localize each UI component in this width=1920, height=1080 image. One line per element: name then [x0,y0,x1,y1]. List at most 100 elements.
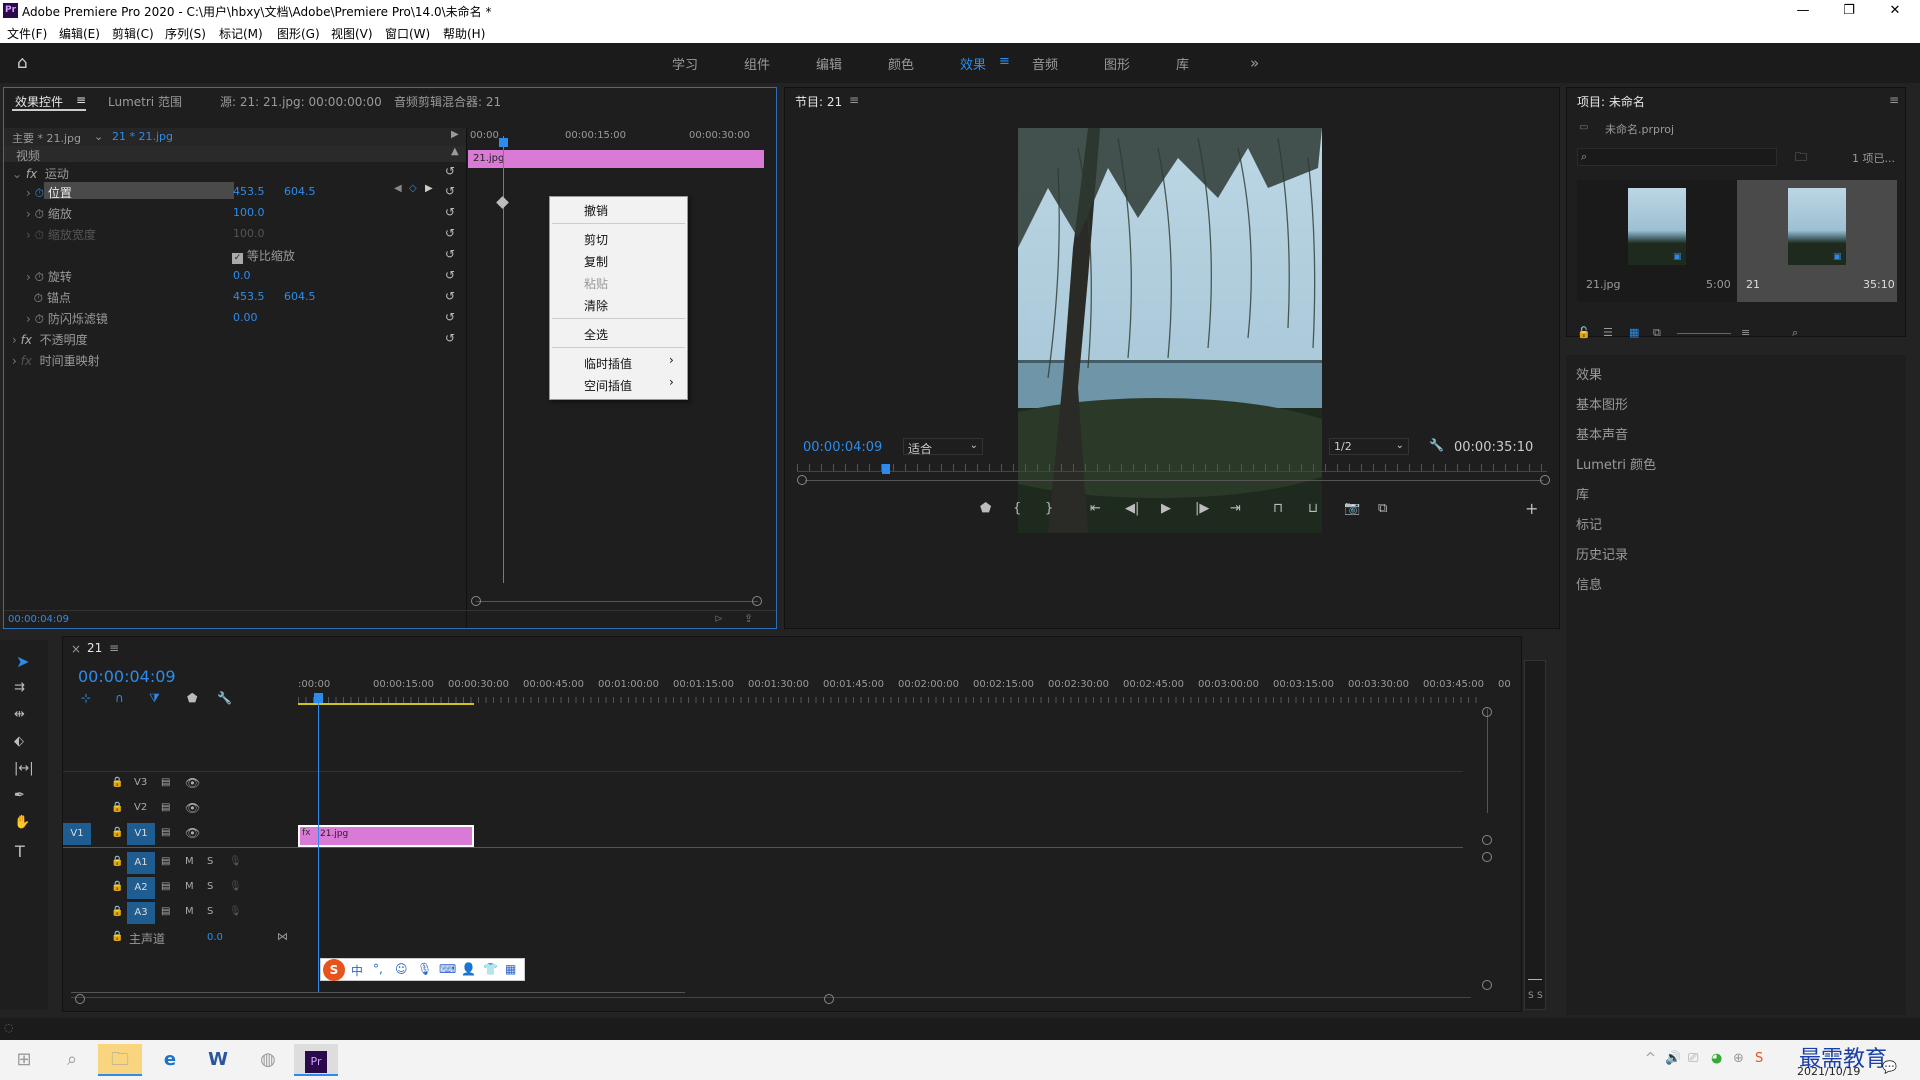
ime-toolbox-icon[interactable]: ▦ [505,962,516,976]
audio-waveform-toggle-icon[interactable]: ⋈ [277,930,288,943]
track-label[interactable]: V1 [127,823,155,845]
lock-icon[interactable]: 🔒 [111,802,123,813]
position-x-value[interactable]: 453.5 [233,185,265,198]
panel-effects[interactable]: 效果 [1576,364,1602,383]
reset-icon[interactable]: ↺ [445,247,455,261]
project-item-selected[interactable]: ▣ 21 35:10 [1737,180,1897,302]
sync-icon[interactable]: ▤ [161,856,170,867]
eye-icon[interactable]: 👁 [185,776,200,790]
export-icon[interactable]: ⇪ [744,612,753,625]
time-remap-row[interactable]: › fx 时间重映射 [12,352,100,369]
premiere-taskbar-icon[interactable]: Pr [294,1044,338,1076]
lock-icon[interactable]: 🔓 [1577,326,1591,339]
minimize-button[interactable]: — [1780,0,1826,22]
anchor-row[interactable]: ⏱ 锚点 [26,289,71,306]
rotation-value[interactable]: 0.0 [233,269,251,282]
settings-wrench-icon[interactable]: 🔧 [217,691,232,705]
lock-icon[interactable]: 🔒 [111,827,123,838]
ime-toolbar[interactable]: S 中 °, ☺ 🎙 ⌨ 👤 👕 ▦ [320,958,525,981]
workspace-graphics[interactable]: 图形 [1104,54,1130,73]
video-frame[interactable] [1018,128,1322,533]
ec-clip-bar[interactable]: 21.jpg [468,150,764,168]
ripple-edit-icon[interactable]: ⇹ [14,707,25,722]
ec-timecode[interactable]: 00:00:04:09 [8,614,69,625]
find-icon[interactable]: ⌕ [1792,326,1798,340]
icon-view-icon[interactable]: ▦ [1629,326,1639,339]
panel-menu-icon[interactable]: ≡ [849,93,859,107]
tab-effect-controls[interactable]: 效果控件 [15,93,63,110]
workspace-libraries[interactable]: 库 [1176,54,1189,73]
mic-icon[interactable]: 🎙 [229,881,242,892]
timeline-ruler[interactable]: :00:00 00:00:15:00 00:00:30:00 00:00:45:00 0… [298,675,1511,697]
collapse-arrow-icon[interactable]: ▲ [451,146,459,157]
ime-emoji-icon[interactable]: ☺ [395,962,408,976]
source-patch[interactable]: V1 [63,823,91,845]
tab-audio-mixer[interactable]: 音频剪辑混合器: 21 [394,93,501,110]
step-back-icon[interactable]: ◀| [1125,501,1139,516]
panel-info[interactable]: 信息 [1576,574,1602,593]
h-scroll-thumb[interactable] [71,992,685,1002]
v-scrollbar[interactable] [1487,709,1488,813]
lock-icon[interactable]: 🔒 [111,856,123,867]
nest-icon[interactable]: ⊹ [81,691,91,705]
go-to-out-icon[interactable]: ⇥ [1230,501,1241,516]
scroll-handle[interactable] [797,475,807,485]
linked-selection-icon[interactable]: ⧩ [149,691,160,706]
mark-out-icon[interactable]: } [1045,501,1053,516]
export-frame-icon[interactable]: 📷 [1344,501,1360,516]
sync-icon[interactable]: ▤ [161,802,170,813]
solo-left-button[interactable]: S [1528,991,1534,1001]
reset-icon[interactable]: ↺ [445,289,455,303]
panel-libraries[interactable]: 库 [1576,484,1589,503]
scale-row[interactable]: › ⏱ 缩放 [26,205,72,222]
solo-right-button[interactable]: S [1537,991,1543,1001]
menu-clear[interactable]: 清除 [584,297,608,314]
sync-icon[interactable]: ▤ [161,906,170,917]
workspace-assembly[interactable]: 组件 [744,54,770,73]
add-button-icon[interactable]: + [1525,499,1538,518]
panel-menu-icon[interactable]: ≡ [76,93,86,107]
menu-undo[interactable]: 撤销 [584,202,608,219]
windows-start-icon[interactable]: ⊞ [2,1044,46,1076]
go-to-in-icon[interactable]: ⇤ [1090,501,1101,516]
pen-tool-icon[interactable]: ✒ [14,788,25,803]
scroll-handle[interactable] [1482,980,1492,990]
solo-button[interactable]: S [207,856,213,867]
work-area-bar[interactable] [298,703,474,705]
reset-icon[interactable]: ↺ [445,205,455,219]
eye-icon[interactable]: 👁 [185,801,200,815]
selection-tool-icon[interactable]: ➤ [16,652,29,671]
panel-history[interactable]: 历史记录 [1576,544,1628,563]
new-bin-icon[interactable]: 🗀 [1795,148,1807,169]
freeform-view-icon[interactable]: ⧉ [1653,326,1661,340]
search-icon[interactable]: ⌕ [50,1044,94,1076]
menu-clip[interactable]: 剪辑(C) [112,25,154,42]
sync-icon[interactable]: ▤ [161,777,170,788]
program-title[interactable]: 节目: 21 [795,93,842,110]
wrench-icon[interactable]: 🔧 [1429,438,1444,452]
workspace-color[interactable]: 颜色 [888,54,914,73]
program-playhead[interactable] [882,464,890,474]
mic-icon[interactable]: 🎙 [229,906,242,917]
sync-icon[interactable]: ▤ [161,827,170,838]
master-volume-value[interactable]: 0.0 [207,932,223,943]
slip-tool-icon[interactable]: |↔| [14,761,34,776]
timeline-playhead[interactable] [318,693,319,993]
timeline-clip[interactable]: fx 21.jpg [298,825,474,847]
scroll-handle[interactable] [75,994,85,1004]
timeline-timecode[interactable]: 00:00:04:09 [78,667,176,686]
uniform-scale-row[interactable]: ✓ 等比缩放 [232,247,295,264]
reset-icon[interactable]: ↺ [445,226,455,240]
ime-punct-icon[interactable]: °, [373,962,383,976]
menu-select-all[interactable]: 全选 [584,326,608,343]
edge-browser-icon[interactable]: e [148,1044,192,1076]
sequence-tab[interactable]: 21 [87,641,102,655]
opacity-row[interactable]: › fx 不透明度 [12,331,88,348]
menu-help[interactable]: 帮助(H) [443,25,485,42]
panel-menu-icon[interactable]: ≡ [109,641,119,655]
scroll-handle[interactable] [1482,852,1492,862]
lift-icon[interactable]: ⊓ [1273,501,1283,516]
project-title[interactable]: 项目: 未命名 [1577,93,1645,110]
stopwatch-icon[interactable]: ⏱ [34,291,43,305]
network-icon[interactable]: ⎚ [1688,1051,1698,1066]
